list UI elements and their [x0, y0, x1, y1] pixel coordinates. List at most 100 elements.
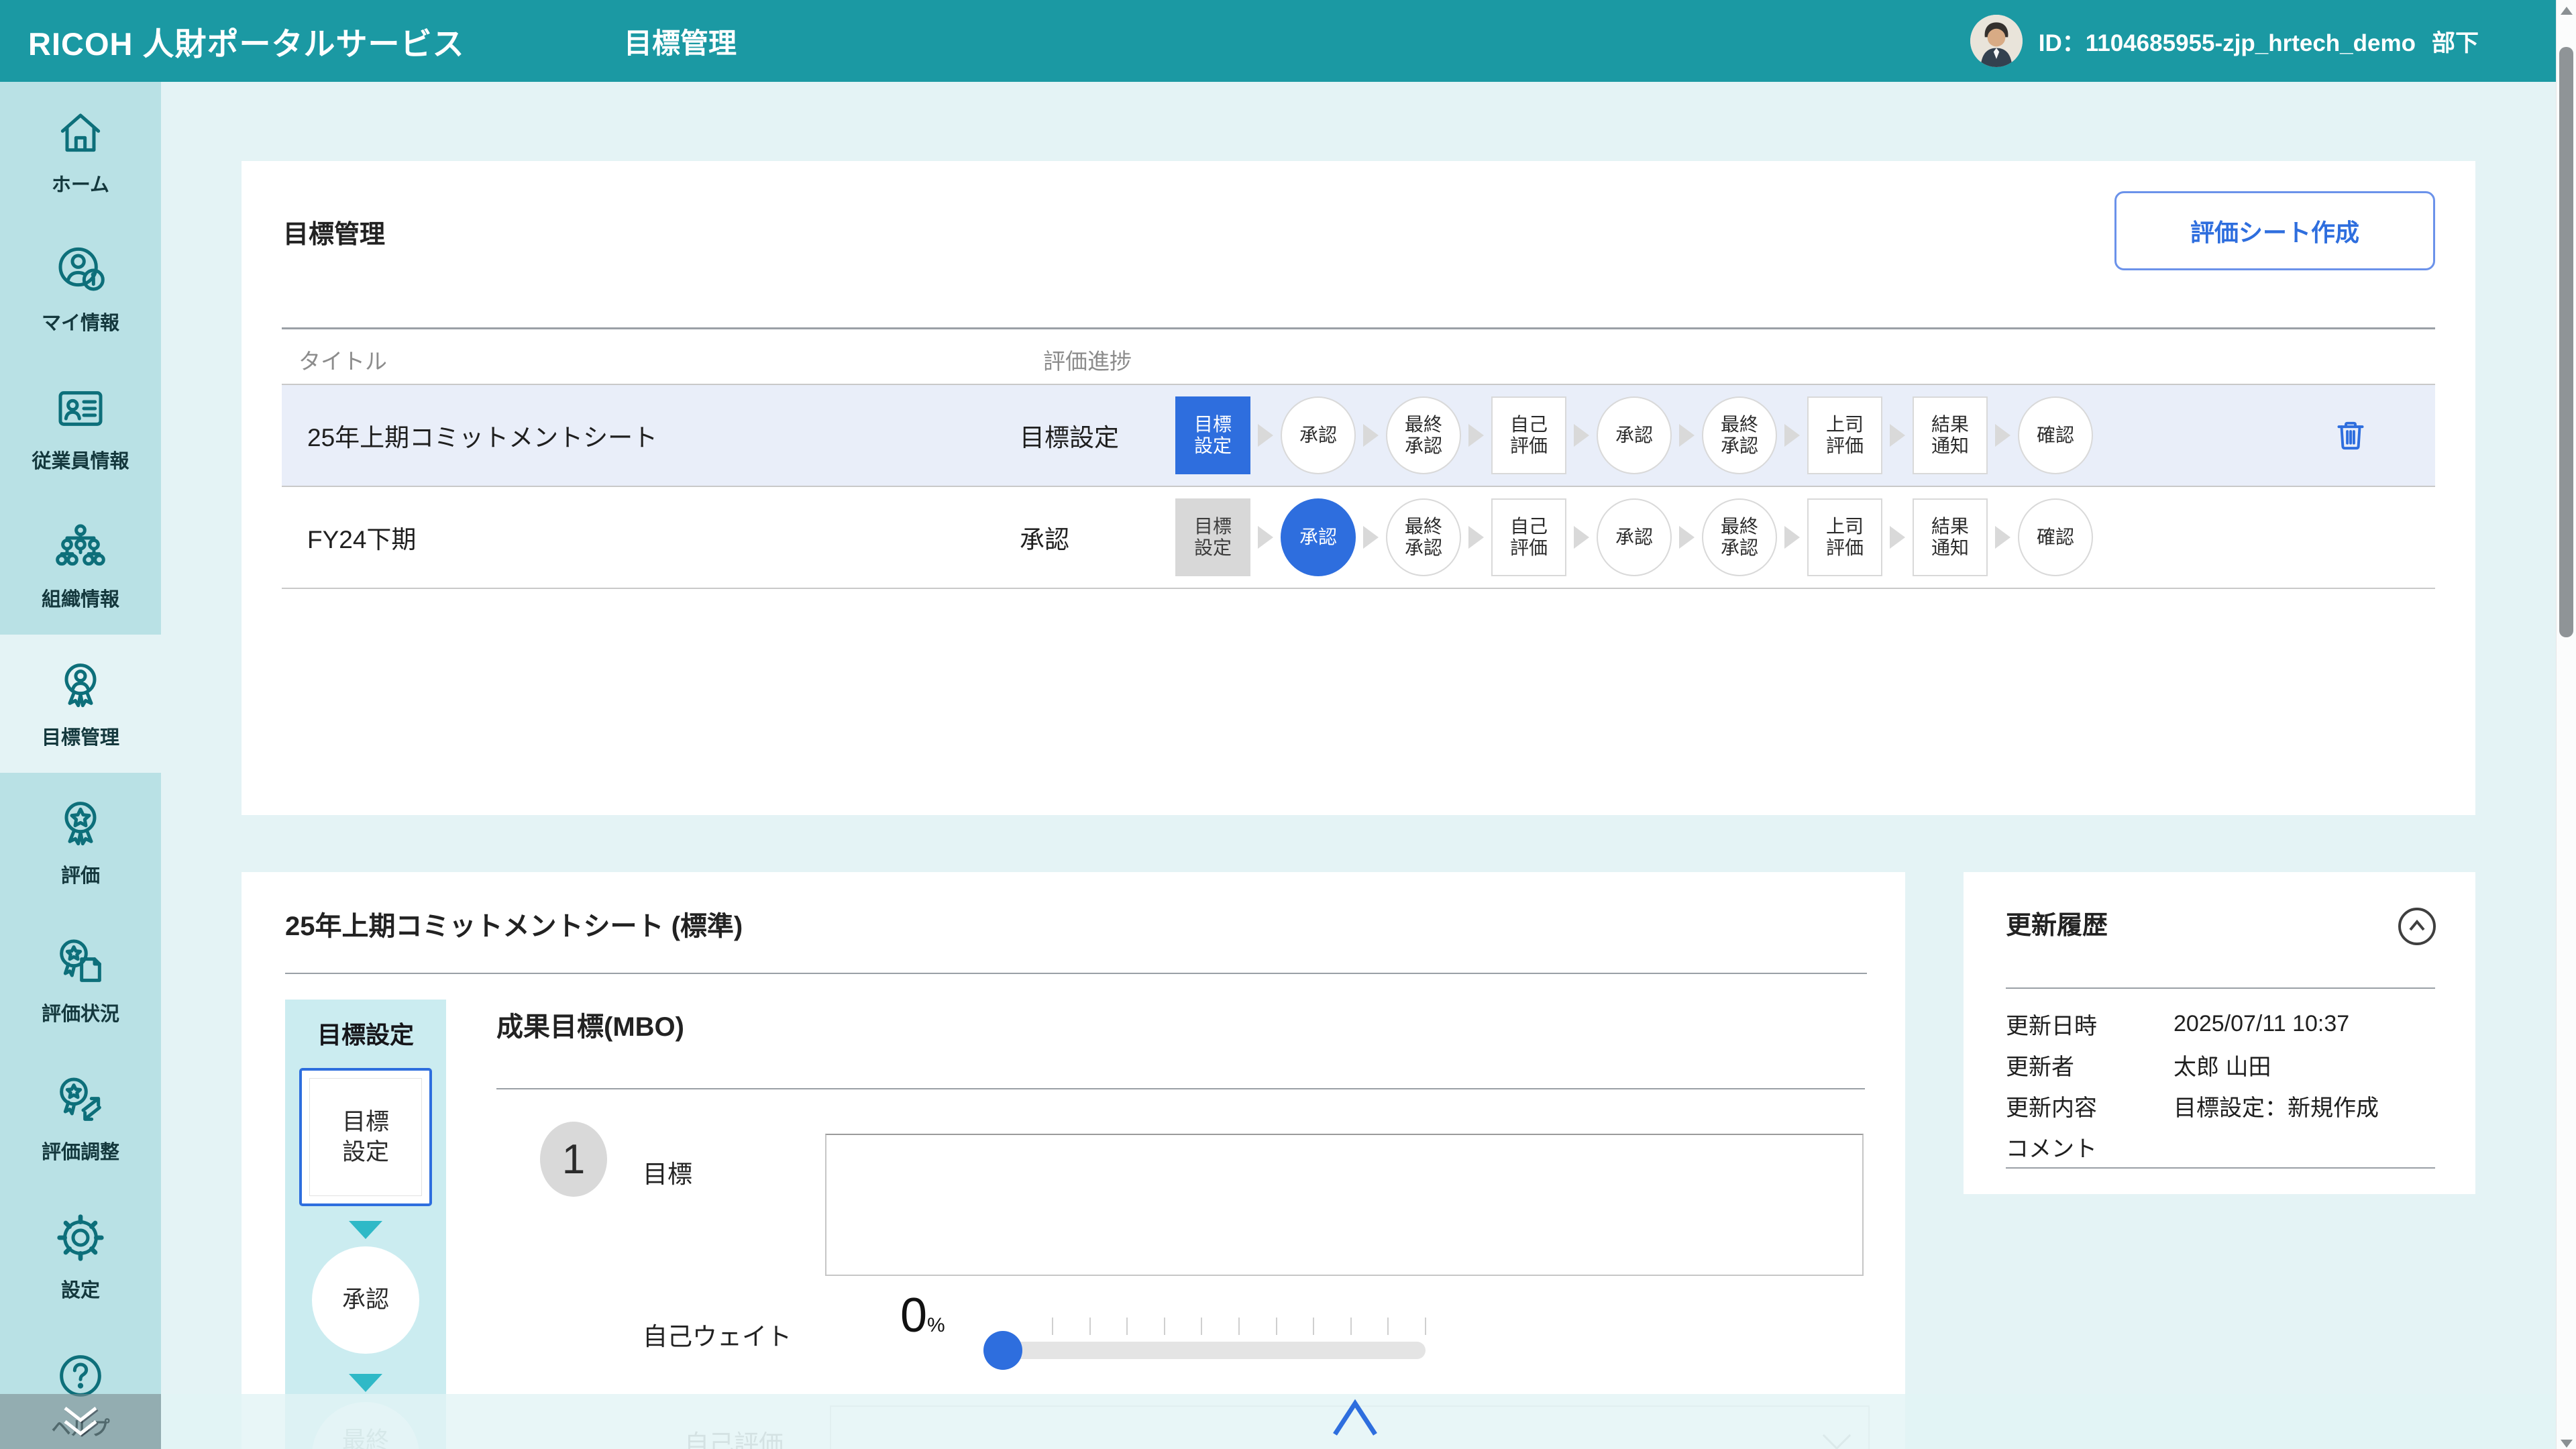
progress-step-2: 最終承認: [1386, 498, 1461, 576]
history-collapse-button[interactable]: [2396, 906, 2438, 947]
scrollbar-up-arrow[interactable]: [2561, 7, 2573, 15]
sidebar-item-evaluation-adjustment[interactable]: 評価調整: [0, 1049, 161, 1187]
avatar-photo: [1970, 15, 2023, 67]
user-id: ID：1104685955-zjp_hrtech_demo: [2039, 24, 2416, 58]
sidebar-item-label: 評価: [61, 860, 100, 888]
brand-logo: RICOH 人財ポータルサービス: [28, 18, 465, 64]
sidebar-item-evaluation[interactable]: 評価: [0, 773, 161, 911]
sheet-row-title: FY24下期: [282, 519, 1020, 555]
step-arrow-icon: [1574, 526, 1589, 549]
history-row-label: 更新内容: [2006, 1089, 2174, 1122]
self-weight-slider-thumb[interactable]: [983, 1331, 1022, 1370]
goal-sheet-row[interactable]: 25年上期コミットメントシート目標設定目標設定承認最終承認自己評価承認最終承認上…: [282, 385, 2435, 487]
user-avatar[interactable]: [1970, 15, 2023, 67]
progress-step-3: 自己評価: [1491, 498, 1566, 576]
goal-item-number: 1: [540, 1122, 607, 1197]
scrollbar-down-arrow[interactable]: [2561, 1440, 2573, 1448]
scrollbar-thumb[interactable]: [2559, 47, 2573, 637]
progress-step-6: 上司評価: [1807, 498, 1882, 576]
home-icon: [54, 105, 107, 162]
history-row-label: 更新者: [2006, 1049, 2174, 1081]
phase-stepper: 目標設定 目標設定承認最終承認: [285, 1000, 446, 1449]
divider: [496, 1088, 1865, 1089]
sheet-collapse-button[interactable]: [1330, 1395, 1381, 1441]
page-scrollbar[interactable]: [2556, 0, 2576, 1449]
double-chevron-down-icon: [57, 1404, 104, 1439]
progress-step-4: 承認: [1597, 498, 1672, 576]
history-rows: 更新日時2025/07/11 10:37更新者太郎 山田更新内容目標設定：新規作…: [2006, 1004, 2442, 1167]
sidebar-item-label: 組織情報: [42, 584, 119, 612]
stepper-step: 承認: [312, 1246, 419, 1354]
progress-steps: 目標設定承認最終承認自己評価承認最終承認上司評価結果通知確認: [1175, 396, 2093, 474]
goal-list-title: 目標管理: [283, 213, 385, 250]
sidebar-item-evaluation-status[interactable]: 評価状況: [0, 911, 161, 1049]
user-role-badge: 部下: [2432, 24, 2479, 58]
main-content: 目標管理 評価シート作成 タイトル 評価進捗 25年上期コミットメントシート目標…: [161, 82, 2556, 1449]
divider: [2006, 987, 2435, 989]
gear-icon: [54, 1211, 107, 1268]
step-arrow-icon: [1679, 424, 1695, 447]
history-row: 更新内容目標設定：新規作成: [2006, 1085, 2442, 1126]
step-arrow-icon: [1258, 424, 1273, 447]
history-row-label: コメント: [2006, 1130, 2174, 1163]
history-row-value: 太郎 山田: [2174, 1049, 2442, 1081]
trash-icon: [2332, 446, 2369, 456]
goal-field-label: 目標: [643, 1154, 692, 1190]
sidebar-item-label: ホーム: [52, 169, 109, 197]
sidebar: ホームマイ情報従業員情報組織情報目標管理評価評価状況評価調整設定ヘルプ: [0, 82, 161, 1449]
sheet-row-status: 承認: [1020, 519, 1175, 555]
step-arrow-icon: [1468, 424, 1484, 447]
org-chart-icon: [54, 520, 107, 577]
column-header-title: タイトル: [299, 343, 387, 376]
chevron-up-circle-icon: [2396, 906, 2438, 947]
sheet-row-title: 25年上期コミットメントシート: [282, 417, 1020, 453]
history-title: 更新履歴: [2006, 904, 2108, 941]
badge-person-icon: [54, 658, 107, 715]
goal-sheet-row[interactable]: FY24下期承認目標設定承認最終承認自己評価承認最終承認上司評価結果通知確認: [282, 487, 2435, 589]
sidebar-item-employee-info[interactable]: 従業員情報: [0, 358, 161, 496]
sidebar-item-label: マイ情報: [42, 307, 119, 335]
stepper-step-current: 目標設定: [299, 1068, 432, 1206]
badge-star-icon: [54, 796, 107, 853]
self-weight-label: 自己ウェイト: [643, 1316, 792, 1352]
user-info[interactable]: ID：1104685955-zjp_hrtech_demo 部下: [1970, 15, 2479, 67]
step-arrow-icon: [1995, 424, 2010, 447]
progress-step-7: 結果通知: [1913, 498, 1988, 576]
sidebar-item-label: 目標管理: [42, 722, 119, 750]
chevron-up-icon: [1330, 1395, 1381, 1441]
step-arrow-icon: [1363, 526, 1379, 549]
id-card-icon: [54, 382, 107, 439]
step-arrow-icon: [1468, 526, 1484, 549]
progress-step-8: 確認: [2018, 396, 2093, 474]
goal-sheet-rows: 25年上期コミットメントシート目標設定目標設定承認最終承認自己評価承認最終承認上…: [282, 384, 2435, 589]
progress-step-2: 最終承認: [1386, 396, 1461, 474]
step-arrow-icon: [1574, 424, 1589, 447]
progress-step-5: 最終承認: [1702, 396, 1777, 474]
step-arrow-icon: [1995, 526, 2010, 549]
step-arrow-icon: [1890, 526, 1905, 549]
sheet-title: 25年上期コミットメントシート (標準): [285, 904, 743, 943]
sheet-row-status: 目標設定: [1020, 417, 1175, 453]
sidebar-item-my-info[interactable]: マイ情報: [0, 220, 161, 358]
sidebar-item-settings[interactable]: 設定: [0, 1187, 161, 1326]
goal-list-card: 目標管理 評価シート作成 タイトル 評価進捗 25年上期コミットメントシート目標…: [241, 161, 2475, 815]
divider: [282, 327, 2435, 329]
progress-step-3: 自己評価: [1491, 396, 1566, 474]
progress-step-5: 最終承認: [1702, 498, 1777, 576]
step-arrow-icon: [1679, 526, 1695, 549]
self-weight-slider-track[interactable]: [993, 1342, 1426, 1359]
badge-document-icon: [54, 934, 107, 991]
sidebar-item-org-info[interactable]: 組織情報: [0, 496, 161, 635]
delete-sheet-button[interactable]: [2332, 417, 2369, 454]
create-evaluation-sheet-button[interactable]: 評価シート作成: [2114, 191, 2435, 270]
progress-step-0: 目標設定: [1175, 498, 1250, 576]
sidebar-item-label: 設定: [61, 1275, 100, 1303]
sidebar-item-label: 評価状況: [42, 998, 119, 1026]
sidebar-scroll-indicator[interactable]: [0, 1394, 161, 1449]
history-row-value: 目標設定：新規作成: [2174, 1089, 2442, 1122]
progress-steps: 目標設定承認最終承認自己評価承認最終承認上司評価結果通知確認: [1175, 498, 2093, 576]
sidebar-item-goal-management[interactable]: 目標管理: [0, 635, 161, 773]
sidebar-item-home[interactable]: ホーム: [0, 82, 161, 220]
goal-textarea[interactable]: [825, 1134, 1864, 1276]
update-history-card: 更新履歴 更新日時2025/07/11 10:37更新者太郎 山田更新内容目標設…: [1964, 872, 2475, 1194]
